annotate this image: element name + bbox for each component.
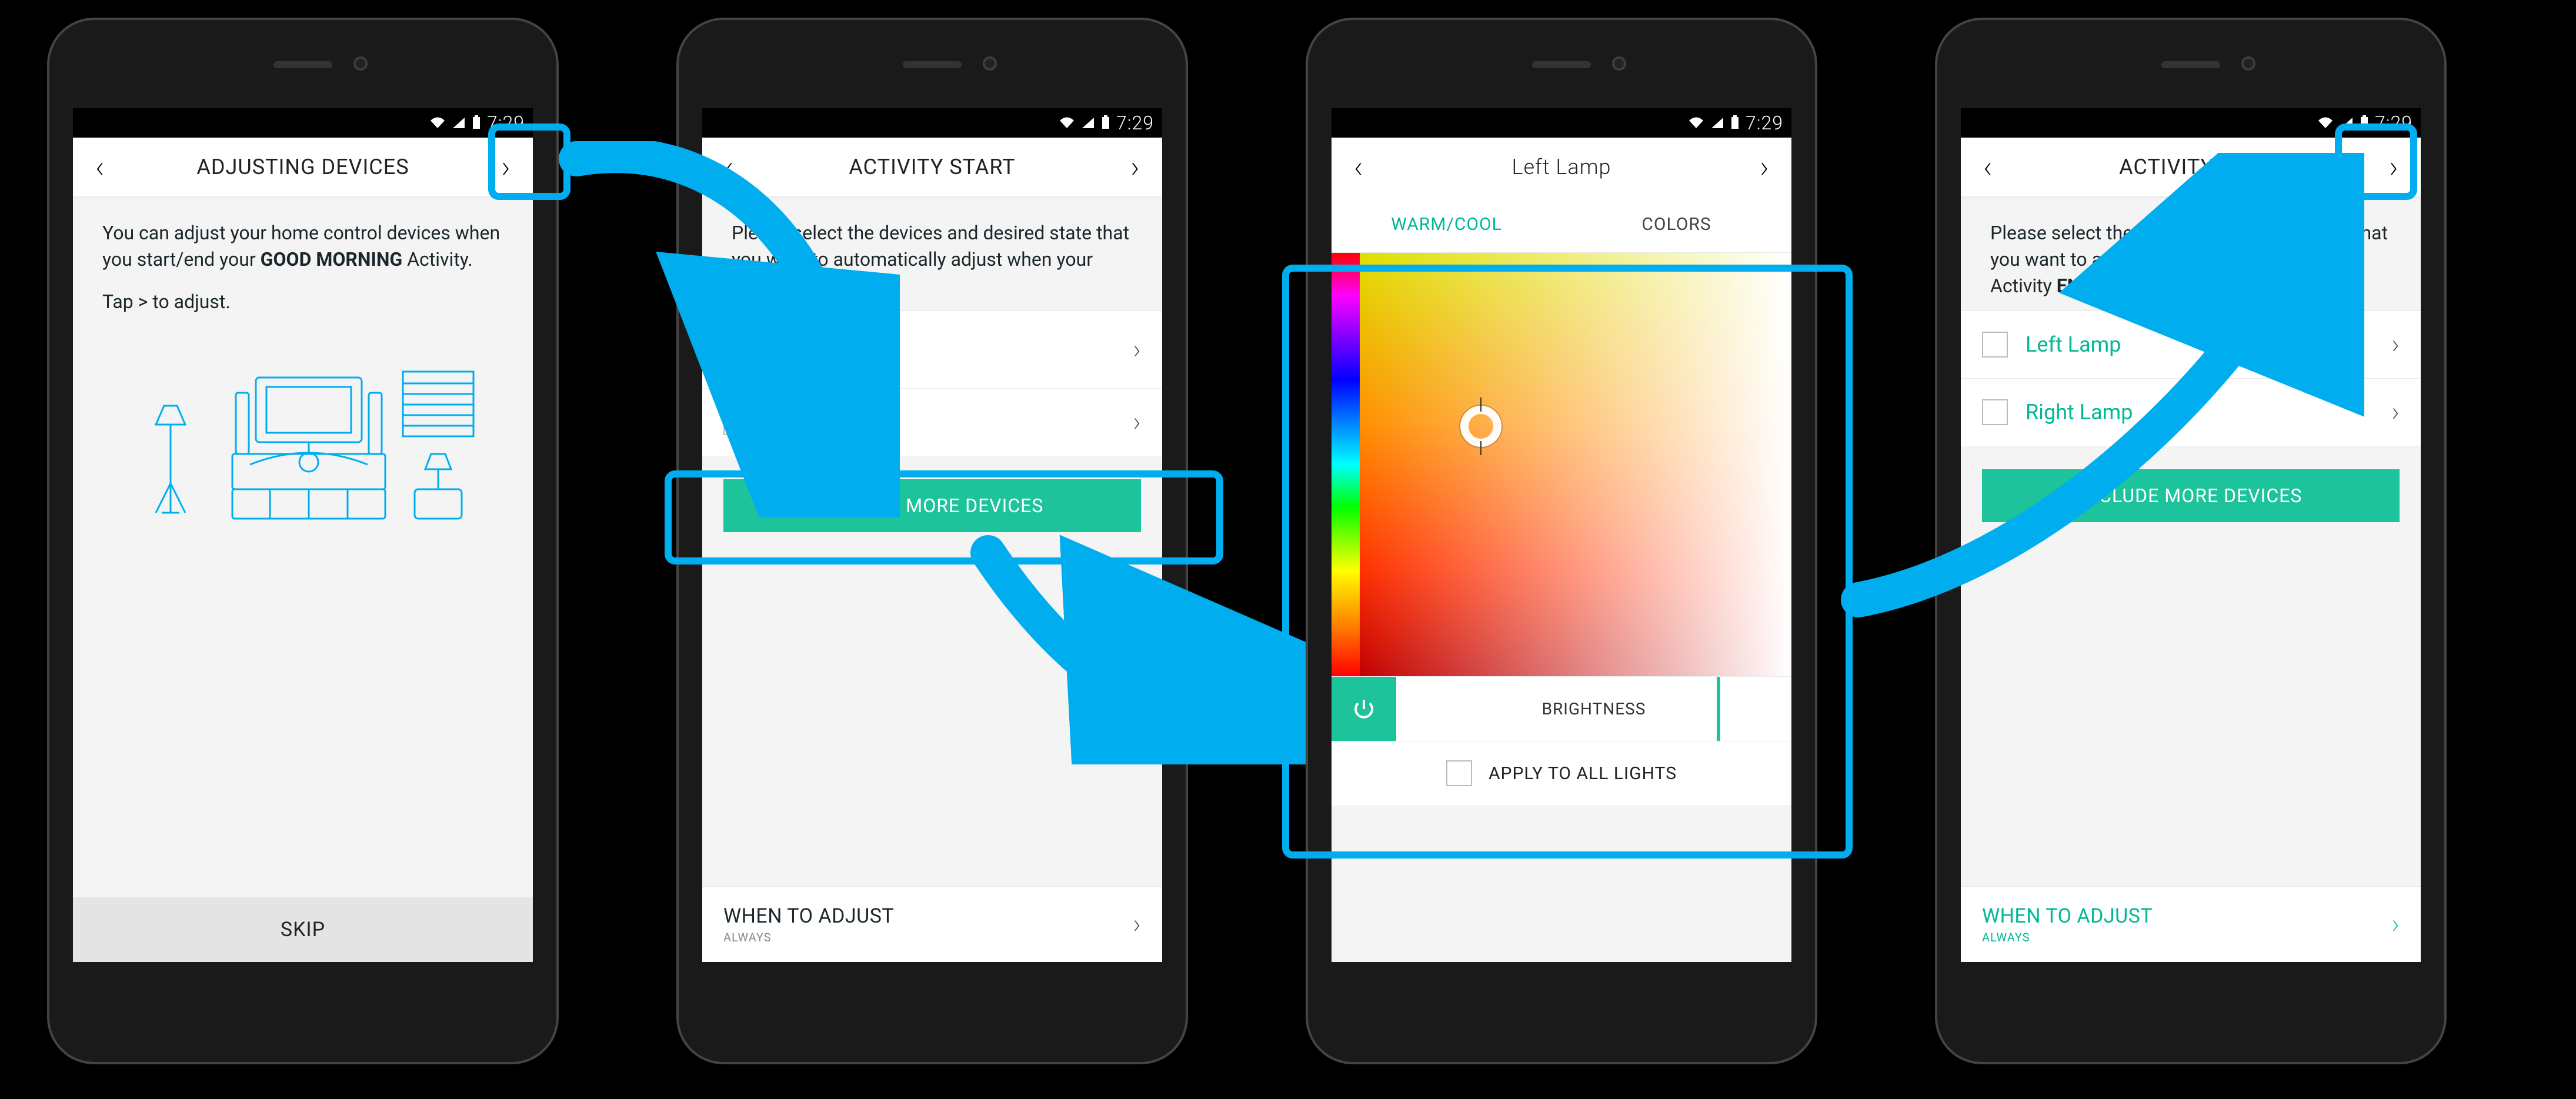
hue-slider[interactable]: [1332, 253, 1360, 676]
wifi-icon: [2317, 112, 2334, 134]
header: ‹ ACTIVITY START ›: [702, 138, 1162, 196]
device-label: Left Lamp: [767, 329, 1115, 353]
status-bar: 7:29: [1332, 108, 1791, 138]
tab-warm-cool[interactable]: WARM/COOL: [1332, 196, 1561, 252]
signal-icon: [452, 112, 466, 134]
color-crosshair[interactable]: [1460, 406, 1501, 447]
device-label: Right Lamp: [2026, 400, 2374, 425]
signal-icon: [1710, 112, 1724, 134]
back-button[interactable]: ‹: [714, 149, 745, 186]
checkbox[interactable]: [1982, 332, 2008, 358]
page-title: ACTIVITY START: [849, 155, 1015, 179]
signal-icon: [1081, 112, 1095, 134]
signal-icon: [2340, 112, 2354, 134]
checkbox[interactable]: [1446, 760, 1472, 786]
when-to-adjust-row[interactable]: WHEN TO ADJUST ALWAYS ›: [702, 886, 1162, 962]
intro-text: Please select the devices and desired st…: [702, 196, 1162, 310]
next-button[interactable]: ›: [1120, 149, 1150, 186]
battery-icon: [1101, 112, 1110, 134]
apply-all-row[interactable]: APPLY TO ALL LIGHTS: [1332, 741, 1791, 805]
include-more-devices-button[interactable]: INCLUDE MORE DEVICES: [1982, 469, 2400, 522]
status-time: 7:29: [1116, 112, 1154, 134]
device-row-right-lamp[interactable]: Right Lamp ›: [702, 388, 1162, 456]
device-row-right-lamp[interactable]: Right Lamp ›: [1961, 378, 2421, 446]
chevron-right-icon: ›: [2391, 908, 2400, 940]
next-button[interactable]: ›: [2378, 149, 2409, 186]
footer-sub: ALWAYS: [1982, 930, 2391, 944]
color-picker[interactable]: [1332, 253, 1791, 676]
saturation-field[interactable]: [1360, 253, 1791, 676]
status-time: 7:29: [1746, 112, 1783, 134]
apply-all-label: APPLY TO ALL LIGHTS: [1489, 763, 1677, 784]
footer-title: WHEN TO ADJUST: [1982, 904, 2391, 928]
back-button[interactable]: ‹: [85, 149, 115, 186]
include-more-devices-button[interactable]: INCLUDE MORE DEVICES: [723, 479, 1141, 532]
battery-icon: [472, 112, 481, 134]
device-label: Right Lamp: [767, 410, 1115, 435]
status-time: 7:29: [487, 112, 525, 134]
footer-title: WHEN TO ADJUST: [723, 904, 1133, 928]
status-bar: 7:29: [702, 108, 1162, 138]
chevron-right-icon: ›: [2391, 329, 2400, 360]
intro-text: You can adjust your home control devices…: [73, 196, 533, 285]
status-bar: 7:29: [1961, 108, 2421, 138]
footer-sub: ALWAYS: [723, 930, 1133, 944]
when-to-adjust-row[interactable]: WHEN TO ADJUST ALWAYS ›: [1961, 886, 2421, 962]
room-illustration: [73, 319, 533, 897]
brightness-slider[interactable]: BRIGHTNESS: [1396, 677, 1791, 741]
intro-text: Please select the devices and desired st…: [1961, 196, 2421, 310]
chevron-right-icon: ›: [1133, 334, 1141, 366]
checkbox[interactable]: [723, 337, 749, 363]
wifi-icon: [1059, 112, 1075, 134]
header: ‹ ACTIVITY END ›: [1961, 138, 2421, 196]
battery-icon: [2360, 112, 2369, 134]
device-row-left-lamp[interactable]: Left Lamp ON - 80% ›: [702, 310, 1162, 388]
back-button[interactable]: ‹: [1343, 149, 1374, 186]
header: ‹ Left Lamp ›: [1332, 138, 1791, 196]
back-button[interactable]: ‹: [1973, 149, 2003, 186]
next-button[interactable]: ›: [490, 149, 521, 186]
brightness-label: BRIGHTNESS: [1542, 699, 1646, 719]
checkbox[interactable]: [1982, 399, 2008, 425]
status-bar: 7:29: [73, 108, 533, 138]
tab-colors[interactable]: COLORS: [1561, 196, 1791, 252]
battery-icon: [1730, 112, 1740, 134]
chevron-right-icon: ›: [1133, 406, 1141, 438]
page-title: ACTIVITY END: [2119, 155, 2263, 179]
chevron-right-icon: ›: [2391, 396, 2400, 428]
next-button[interactable]: ›: [1749, 149, 1780, 186]
tap-hint: Tap > to adjust.: [73, 285, 533, 319]
color-mode-tabs: WARM/COOL COLORS: [1332, 196, 1791, 253]
device-label: Left Lamp: [2026, 332, 2374, 357]
power-button[interactable]: [1332, 677, 1396, 741]
skip-button[interactable]: SKIP: [73, 897, 533, 962]
chevron-right-icon: ›: [1133, 908, 1141, 940]
status-time: 7:29: [2375, 112, 2413, 134]
device-state: ON - 80%: [767, 356, 1115, 370]
header: ‹ ADJUSTING DEVICES ›: [73, 138, 533, 196]
device-row-left-lamp[interactable]: Left Lamp ›: [1961, 310, 2421, 378]
page-title: Left Lamp: [1511, 155, 1611, 179]
checkbox[interactable]: [723, 409, 749, 435]
wifi-icon: [429, 112, 446, 134]
wifi-icon: [1688, 112, 1704, 134]
page-title: ADJUSTING DEVICES: [196, 155, 409, 179]
brightness-row: BRIGHTNESS: [1332, 676, 1791, 741]
